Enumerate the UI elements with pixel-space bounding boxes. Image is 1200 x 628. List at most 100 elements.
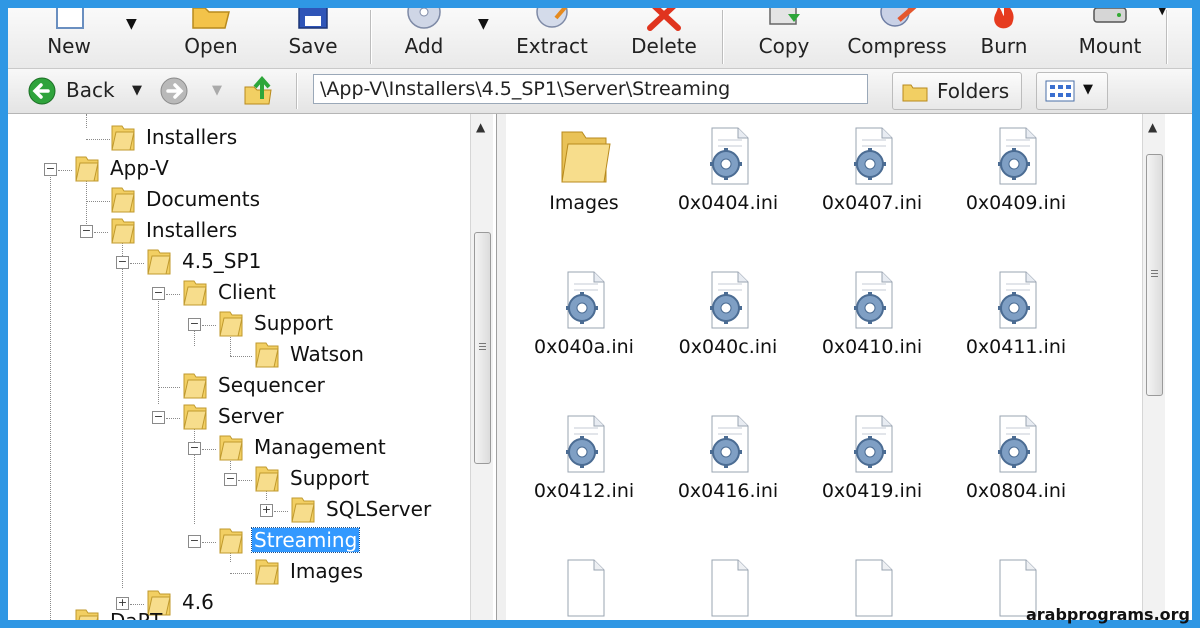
tree-item-label: Installers: [146, 218, 238, 242]
tree-item-sequencer[interactable]: Sequencer: [8, 372, 468, 402]
compress-button[interactable]: Compress: [842, 8, 952, 68]
collapse-icon[interactable]: −: [44, 163, 57, 176]
file-item[interactable]: 0x0412.ini: [514, 412, 654, 502]
file-item[interactable]: 0x0804.ini: [946, 412, 1086, 502]
copy-icon: [769, 8, 800, 25]
open-label: Open: [184, 34, 238, 58]
file-item[interactable]: 0x0410.ini: [802, 268, 942, 358]
tree-scrollbar[interactable]: ▲: [470, 114, 493, 620]
address-bar[interactable]: \App-V\Installers\4.5_SP1\Server\Streami…: [313, 74, 868, 104]
tree-item-label: SQLServer: [326, 497, 432, 521]
file-item[interactable]: [514, 556, 654, 620]
new-dropdown-icon[interactable]: ▼: [126, 16, 137, 32]
tree-item-4-5-sp1[interactable]: − 4.5_SP1: [8, 248, 468, 278]
tree-item-watson[interactable]: Watson: [8, 341, 468, 371]
folder-icon: [219, 528, 243, 554]
tree-item-client[interactable]: − Client: [8, 279, 468, 309]
tree-item-label: Support: [290, 466, 370, 490]
main-toolbar: New ▼ Open Save Add ▼ Extract Delete Cop…: [8, 8, 1192, 69]
forward-history-dropdown-icon[interactable]: ▼: [212, 83, 222, 98]
tree-item-label-selected: Streaming: [250, 527, 361, 553]
tree-item-server[interactable]: − Server: [8, 403, 468, 433]
new-button[interactable]: New: [26, 8, 112, 68]
file-name: 0x0407.ini: [821, 192, 923, 214]
delete-label: Delete: [631, 34, 697, 58]
tree-scrollbar-thumb[interactable]: [474, 232, 491, 464]
tree-item-label: Client: [218, 280, 276, 304]
burn-button[interactable]: Burn: [964, 8, 1044, 68]
delete-button[interactable]: Delete: [620, 8, 708, 68]
files-scrollbar-thumb[interactable]: [1146, 154, 1163, 396]
collapse-icon[interactable]: −: [224, 473, 237, 486]
tree-item-label: App-V: [110, 156, 169, 180]
back-button[interactable]: Back: [26, 69, 116, 113]
file-item[interactable]: 0x0409.ini: [946, 124, 1086, 214]
up-folder-icon[interactable]: [242, 75, 274, 107]
tree-item-client-support[interactable]: − Support: [8, 310, 468, 340]
app-window: New ▼ Open Save Add ▼ Extract Delete Cop…: [8, 8, 1192, 620]
ini-settings-file-icon: [710, 271, 749, 329]
back-history-dropdown-icon[interactable]: ▼: [132, 83, 142, 98]
delete-x-icon: [647, 8, 681, 31]
tree-item-images[interactable]: Images: [8, 558, 468, 588]
extract-button[interactable]: Extract: [506, 8, 598, 68]
folder-icon: [111, 187, 135, 213]
file-item[interactable]: 0x0416.ini: [658, 412, 798, 502]
files-scrollbar[interactable]: ▲: [1142, 114, 1165, 620]
tree-connector: [166, 418, 180, 419]
file-item[interactable]: [802, 556, 942, 620]
folders-toggle-button[interactable]: Folders: [892, 72, 1022, 110]
save-button[interactable]: Save: [270, 8, 356, 68]
tree-item-sqlserver[interactable]: + SQLServer: [8, 496, 468, 526]
tree-item-management-support[interactable]: − Support: [8, 465, 468, 495]
tree-connector: [230, 356, 252, 357]
tree-item-documents[interactable]: Documents: [8, 186, 468, 216]
tree-item-label: DaRT: [108, 609, 164, 620]
expand-icon[interactable]: +: [260, 504, 273, 517]
collapse-icon[interactable]: −: [188, 318, 201, 331]
file-item[interactable]: 0x040a.ini: [514, 268, 654, 358]
ini-settings-file-icon: [566, 415, 605, 473]
file-name: Images: [549, 192, 619, 214]
tree-item-dart[interactable]: DaRT: [8, 608, 468, 620]
burn-label: Burn: [980, 34, 1028, 58]
views-button[interactable]: ▼: [1036, 72, 1108, 110]
tree-item-streaming[interactable]: − Streaming: [8, 527, 468, 557]
tree-item-app-v[interactable]: − App-V: [8, 155, 468, 185]
tree-item-label: 4.5_SP1: [182, 249, 262, 273]
collapse-icon[interactable]: −: [80, 225, 93, 238]
scroll-up-arrow-icon[interactable]: ▲: [1148, 120, 1157, 134]
new-label: New: [47, 34, 91, 58]
collapse-icon[interactable]: −: [152, 411, 165, 424]
collapse-icon[interactable]: −: [116, 256, 129, 269]
folder-icon: [147, 249, 171, 275]
tree-item-label: Images: [290, 559, 364, 583]
copy-label: Copy: [758, 34, 810, 58]
forward-arrow-icon[interactable]: [160, 77, 188, 105]
scroll-up-arrow-icon[interactable]: ▲: [476, 120, 485, 134]
collapse-icon[interactable]: −: [152, 287, 165, 300]
file-item[interactable]: [658, 556, 798, 620]
blank-file-icon: [855, 559, 893, 617]
tree-item-label: Server: [218, 404, 284, 428]
ini-settings-file-icon: [710, 415, 749, 473]
file-item[interactable]: 0x0407.ini: [802, 124, 942, 214]
copy-button[interactable]: Copy: [742, 8, 826, 68]
collapse-icon[interactable]: −: [188, 442, 201, 455]
add-button[interactable]: Add: [384, 8, 464, 68]
file-item[interactable]: 0x0419.ini: [802, 412, 942, 502]
mount-button[interactable]: Mount: [1064, 8, 1156, 68]
tree-item-management[interactable]: − Management: [8, 434, 468, 464]
add-dropdown-icon[interactable]: ▼: [478, 16, 489, 32]
open-button[interactable]: Open: [166, 8, 256, 68]
tree-connector: [86, 201, 110, 202]
tree-item-installers-top[interactable]: Installers: [8, 124, 468, 154]
tree-item-installers[interactable]: − Installers: [8, 217, 468, 247]
collapse-icon[interactable]: −: [188, 535, 201, 548]
file-name: 0x0416.ini: [677, 480, 779, 502]
file-item[interactable]: 0x0411.ini: [946, 268, 1086, 358]
tree-item-label: Sequencer: [218, 373, 325, 397]
file-item[interactable]: 0x040c.ini: [658, 268, 798, 358]
file-item[interactable]: Images: [514, 124, 654, 214]
file-item[interactable]: 0x0404.ini: [658, 124, 798, 214]
